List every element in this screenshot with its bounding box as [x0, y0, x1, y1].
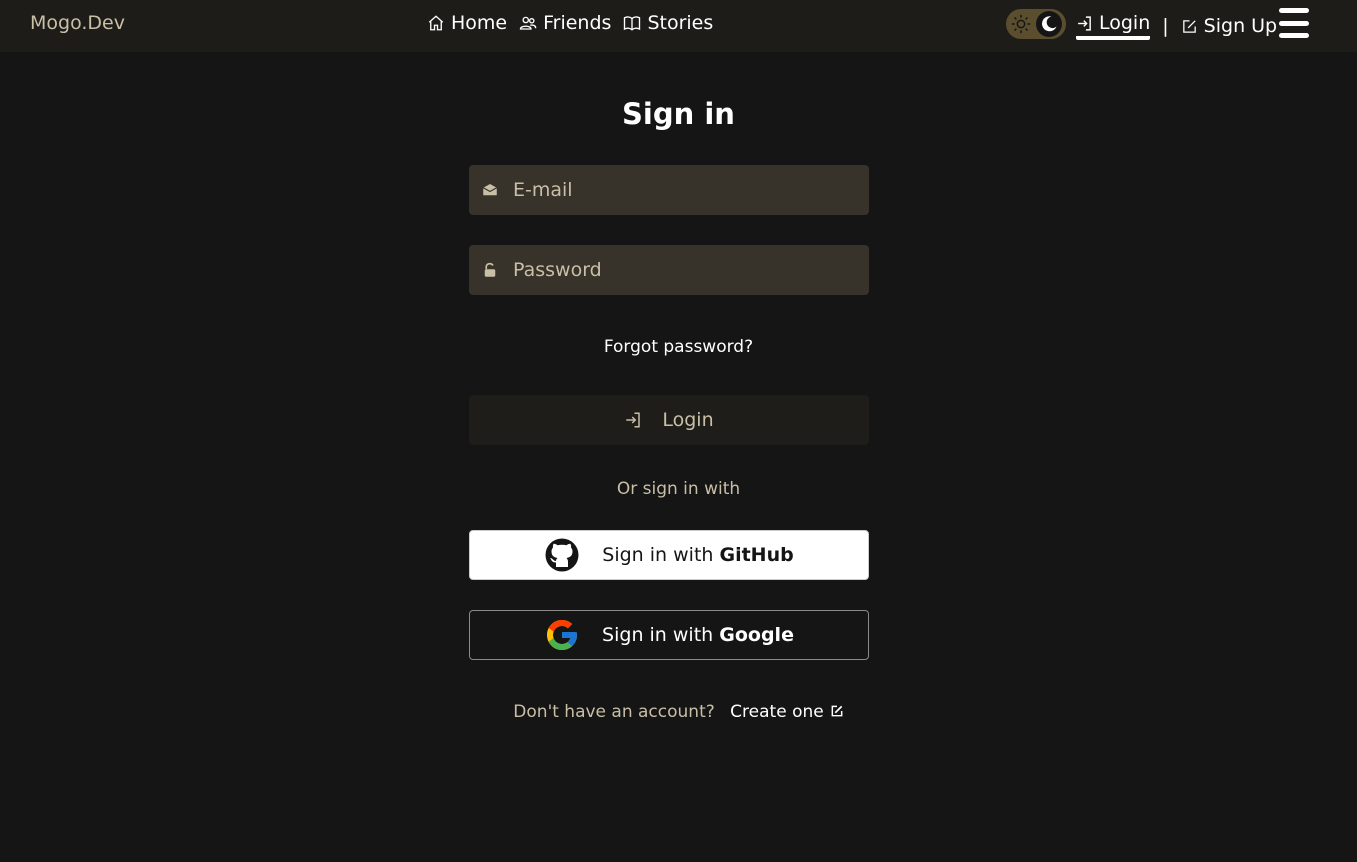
hamburger-menu-button[interactable]	[1279, 8, 1309, 38]
nav-home-label: Home	[451, 12, 508, 34]
google-signin-label: Sign in with Google	[602, 624, 794, 646]
login-icon	[626, 412, 641, 428]
login-icon	[1078, 15, 1091, 31]
top-navbar: Mogo.Dev Home Friends Stories Login | Si…	[0, 0, 1357, 52]
header-signup-label: Sign Up	[1203, 15, 1278, 37]
nav-stories[interactable]: Stories	[623, 12, 713, 34]
github-signin-prefix: Sign in with	[602, 544, 720, 566]
email-field-wrapper	[469, 165, 869, 215]
no-account-text: Don't have an account?	[513, 702, 715, 722]
header-login-label: Login	[1099, 12, 1151, 34]
book-icon	[624, 16, 641, 31]
unlock-icon	[484, 262, 496, 277]
google-signin-button[interactable]: Sign in with Google	[469, 610, 869, 660]
github-brand-text: GitHub	[719, 544, 794, 566]
forgot-password-link[interactable]: Forgot password?	[0, 337, 1357, 357]
google-icon	[547, 620, 578, 650]
brand-logo[interactable]: Mogo.Dev	[30, 12, 125, 34]
main-nav: Home Friends Stories	[427, 12, 713, 34]
theme-toggle[interactable]	[1006, 9, 1066, 39]
password-field-wrapper	[469, 245, 869, 295]
google-signin-prefix: Sign in with	[602, 624, 720, 646]
friends-icon	[519, 16, 537, 30]
header-signup-link[interactable]: Sign Up	[1181, 15, 1277, 37]
nav-friends[interactable]: Friends	[519, 12, 611, 34]
moon-icon	[1042, 16, 1057, 32]
moon-toggle-knob	[1036, 11, 1062, 37]
login-button[interactable]: Login	[469, 395, 869, 445]
menu-bar	[1279, 33, 1309, 38]
login-button-label: Login	[662, 409, 714, 431]
email-input[interactable]	[511, 178, 845, 202]
password-input[interactable]	[511, 258, 845, 282]
edit-icon	[1182, 19, 1196, 33]
or-sign-in-with-text: Or sign in with	[616, 479, 741, 499]
nav-stories-label: Stories	[647, 12, 714, 34]
sun-icon	[1011, 14, 1031, 34]
header-login-link[interactable]: Login	[1076, 12, 1151, 40]
create-account-link[interactable]: Create one	[730, 702, 844, 722]
create-account-label: Create one	[730, 702, 824, 722]
menu-bar	[1279, 20, 1309, 26]
signup-prompt: Don't have an account? Create one	[0, 702, 1357, 722]
page-title: Sign in	[622, 97, 735, 131]
nav-friends-label: Friends	[543, 12, 612, 34]
home-icon	[428, 15, 444, 31]
nav-home[interactable]: Home	[427, 12, 507, 34]
auth-separator: |	[1162, 15, 1169, 37]
menu-bar	[1279, 8, 1309, 13]
envelope-icon	[482, 184, 498, 196]
auth-links: Login | Sign Up	[1076, 12, 1277, 40]
github-signin-label: Sign in with GitHub	[602, 544, 793, 566]
google-brand-text: Google	[719, 624, 794, 646]
edit-icon	[831, 705, 843, 717]
github-icon	[545, 538, 579, 572]
github-signin-button[interactable]: Sign in with GitHub	[469, 530, 869, 580]
